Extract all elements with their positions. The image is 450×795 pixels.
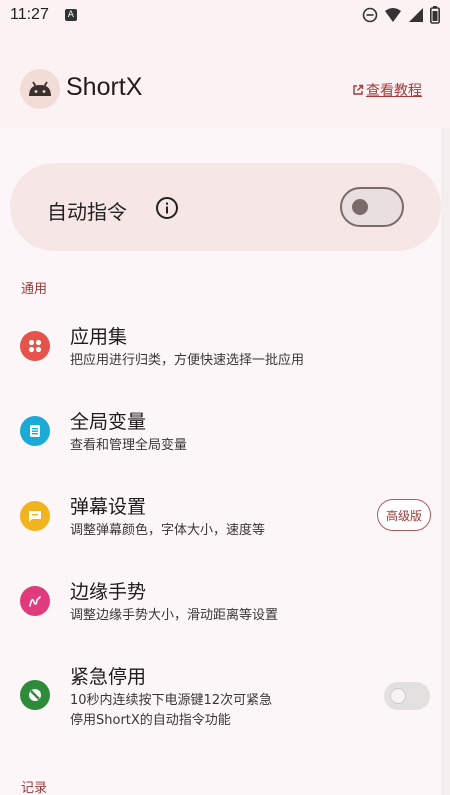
status-time: 11:27 — [10, 6, 49, 23]
list-item-edge-gesture[interactable]: 边缘手势 调整边缘手势大小，滑动距离等设置 — [0, 573, 450, 633]
apps-icon — [20, 331, 50, 361]
premium-badge: 高级版 — [377, 499, 431, 531]
scroll-edge — [441, 128, 450, 795]
item-subtitle: 调整弹幕颜色，字体大小，速度等 — [70, 523, 266, 538]
block-icon — [20, 680, 50, 710]
external-link-icon — [353, 84, 364, 95]
danmaku-icon — [20, 501, 50, 531]
signal-icon — [409, 8, 423, 22]
item-title: 应用集 — [70, 326, 128, 348]
auto-command-label: 自动指令 — [47, 200, 127, 224]
toggle-knob — [390, 688, 406, 704]
item-title: 全局变量 — [70, 411, 147, 433]
list-item-emergency-stop[interactable]: 紧急停用 10秒内连续按下电源键12次可紧急 停用ShortX的自动指令功能 — [0, 658, 450, 738]
battery-icon — [430, 6, 440, 24]
list-item-app-sets[interactable]: 应用集 把应用进行归类，方便快速选择一批应用 — [0, 318, 450, 378]
auto-command-card[interactable]: 自动指令 — [10, 163, 441, 251]
app-title: ShortX — [66, 73, 143, 101]
a-icon: A — [64, 9, 77, 21]
item-subtitle: 调整边缘手势大小，滑动距离等设置 — [70, 608, 279, 623]
view-tutorial-link[interactable]: 查看教程 — [352, 80, 422, 100]
section-records: 记录 — [21, 781, 48, 795]
item-subtitle: 查看和管理全局变量 — [70, 438, 188, 453]
status-icons — [362, 6, 440, 24]
item-subtitle-line2: 停用ShortX的自动指令功能 — [70, 713, 231, 728]
item-subtitle-line1: 10秒内连续按下电源键12次可紧急 — [70, 693, 273, 708]
auto-command-toggle[interactable] — [340, 187, 404, 227]
item-title: 弹幕设置 — [70, 496, 147, 518]
gesture-icon — [20, 586, 50, 616]
item-title: 紧急停用 — [70, 666, 147, 688]
wifi-icon — [385, 8, 401, 22]
status-bar: 11:27 A — [0, 0, 450, 30]
android-icon — [20, 69, 60, 109]
item-subtitle: 把应用进行归类，方便快速选择一批应用 — [70, 353, 305, 368]
dnd-icon — [362, 7, 378, 23]
variable-icon — [20, 416, 50, 446]
info-icon[interactable] — [155, 196, 179, 220]
tutorial-link-label: 查看教程 — [366, 83, 422, 99]
item-title: 边缘手势 — [70, 581, 147, 603]
section-general: 通用 — [21, 282, 48, 297]
list-item-global-variables[interactable]: 全局变量 查看和管理全局变量 — [0, 403, 450, 463]
toggle-knob — [352, 199, 368, 215]
emergency-stop-toggle[interactable] — [384, 682, 430, 710]
app-bar: ShortX 查看教程 — [0, 30, 450, 128]
